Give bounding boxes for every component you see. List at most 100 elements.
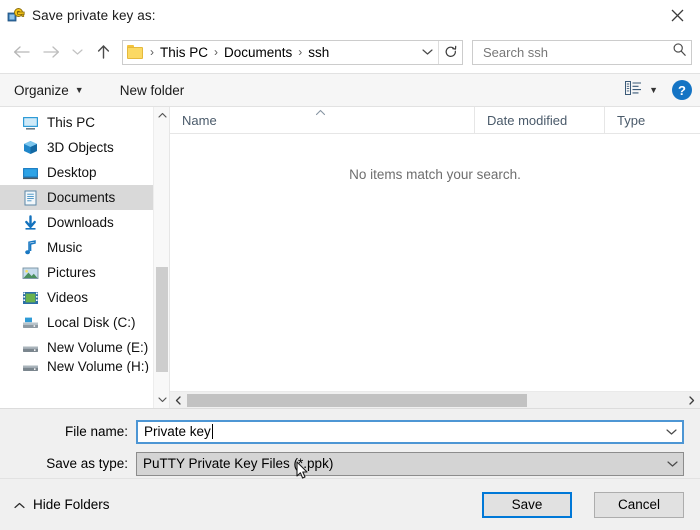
sort-ascending-icon bbox=[315, 108, 326, 119]
scrollbar-thumb[interactable] bbox=[156, 267, 168, 372]
help-button[interactable]: ? bbox=[672, 80, 692, 100]
breadcrumb-item-ssh[interactable]: ssh bbox=[306, 45, 331, 60]
close-icon[interactable] bbox=[654, 0, 700, 31]
navigation-bar: › This PC › Documents › ssh bbox=[0, 31, 700, 73]
cube-icon bbox=[22, 140, 39, 156]
download-arrow-icon bbox=[22, 214, 39, 231]
sidebar-item-local-disk-c[interactable]: Local Disk (C:) bbox=[0, 310, 169, 335]
sidebar-item-documents[interactable]: Documents bbox=[0, 185, 169, 210]
sidebar-item-label: Downloads bbox=[47, 215, 114, 230]
scrollbar-track[interactable] bbox=[187, 392, 683, 409]
file-name-value: Private key bbox=[144, 424, 211, 439]
sidebar-item-3d-objects[interactable]: 3D Objects bbox=[0, 135, 169, 160]
navigation-sidebar: This PC 3D Objects Desktop Documents Dow… bbox=[0, 107, 170, 408]
address-chevron-down-icon[interactable] bbox=[416, 41, 438, 64]
drive-icon bbox=[22, 340, 39, 356]
search-box[interactable] bbox=[472, 39, 692, 65]
scroll-left-icon[interactable] bbox=[170, 392, 187, 409]
scroll-down-icon[interactable] bbox=[154, 391, 169, 408]
organize-button[interactable]: Organize ▼ bbox=[14, 83, 94, 98]
sidebar-item-label: Music bbox=[47, 240, 83, 255]
sidebar-list: This PC 3D Objects Desktop Documents Dow… bbox=[0, 107, 169, 373]
search-icon[interactable] bbox=[672, 42, 687, 62]
breadcrumb-separator: › bbox=[298, 45, 303, 59]
sidebar-item-label: 3D Objects bbox=[47, 140, 114, 155]
scroll-up-icon[interactable] bbox=[154, 107, 169, 124]
save-button[interactable]: Save bbox=[482, 491, 572, 518]
column-header-label: Date modified bbox=[487, 112, 568, 128]
save-as-type-label: Save as type: bbox=[46, 456, 128, 471]
column-headers: Name Date modified Type bbox=[170, 107, 700, 134]
forward-button[interactable] bbox=[36, 37, 66, 67]
sidebar-item-desktop[interactable]: Desktop bbox=[0, 160, 169, 185]
hard-drive-icon bbox=[22, 315, 39, 331]
address-bar[interactable]: › This PC › Documents › ssh bbox=[122, 39, 463, 65]
sidebar-item-label: Documents bbox=[47, 190, 116, 205]
sidebar-vertical-scrollbar[interactable] bbox=[153, 107, 169, 408]
sidebar-item-label: New Volume (H:) bbox=[47, 360, 150, 373]
sidebar-item-this-pc[interactable]: This PC bbox=[0, 110, 169, 135]
file-name-field[interactable]: Private key bbox=[136, 419, 684, 444]
scrollbar-thumb[interactable] bbox=[187, 393, 527, 407]
sidebar-item-label: New Volume (E:) bbox=[47, 340, 149, 355]
view-options-button[interactable]: ▼ bbox=[625, 80, 672, 100]
file-name-row: File name: Private key bbox=[0, 417, 700, 446]
breadcrumb-separator: › bbox=[150, 45, 154, 59]
breadcrumb-separator: › bbox=[214, 45, 219, 59]
sidebar-item-new-volume-h[interactable]: New Volume (H:) bbox=[0, 360, 169, 373]
drive-icon bbox=[22, 360, 39, 373]
file-list-horizontal-scrollbar[interactable] bbox=[170, 391, 700, 408]
dialog-button-bar: Hide Folders Save Cancel bbox=[0, 478, 700, 530]
folder-icon bbox=[127, 45, 144, 59]
hide-folders-button[interactable]: Hide Folders bbox=[14, 497, 110, 512]
search-input[interactable] bbox=[481, 43, 672, 61]
save-file-dialog: Save private key as: › This PC › Documen… bbox=[0, 0, 700, 530]
sidebar-item-videos[interactable]: Videos bbox=[0, 285, 169, 310]
up-button[interactable] bbox=[88, 37, 118, 67]
breadcrumb-item-documents[interactable]: Documents bbox=[222, 45, 294, 60]
sidebar-item-new-volume-e[interactable]: New Volume (E:) bbox=[0, 335, 169, 360]
view-chevron-down-icon[interactable]: ▼ bbox=[649, 85, 658, 95]
file-list-pane: Name Date modified Type No items match y… bbox=[170, 107, 700, 408]
column-header-label: Name bbox=[182, 112, 217, 128]
column-header-date-modified[interactable]: Date modified bbox=[475, 107, 605, 133]
file-name-input[interactable]: Private key bbox=[138, 424, 660, 439]
organize-label: Organize bbox=[14, 82, 69, 98]
command-toolbar: Organize ▼ New folder ▼ ? bbox=[0, 73, 700, 107]
save-as-type-row: Save as type: PuTTY Private Key Files (*… bbox=[0, 449, 700, 478]
back-button[interactable] bbox=[6, 37, 36, 67]
music-note-icon bbox=[22, 239, 39, 256]
sidebar-item-downloads[interactable]: Downloads bbox=[0, 210, 169, 235]
sidebar-item-label: Local Disk (C:) bbox=[47, 315, 136, 330]
file-name-label: File name: bbox=[64, 424, 128, 439]
sidebar-item-label: Pictures bbox=[47, 265, 96, 280]
cancel-button[interactable]: Cancel bbox=[594, 491, 684, 518]
dialog-body: This PC 3D Objects Desktop Documents Dow… bbox=[0, 107, 700, 408]
desktop-icon bbox=[22, 165, 39, 181]
key-icon bbox=[7, 7, 25, 25]
hide-folders-label: Hide Folders bbox=[33, 497, 110, 512]
sidebar-item-label: Videos bbox=[47, 290, 89, 305]
save-as-type-chevron-down-icon[interactable] bbox=[661, 460, 683, 468]
breadcrumb-item-this-pc[interactable]: This PC bbox=[158, 45, 210, 60]
sidebar-item-label: Desktop bbox=[47, 165, 97, 180]
column-header-name[interactable]: Name bbox=[170, 107, 475, 133]
column-header-type[interactable]: Type bbox=[605, 107, 700, 133]
refresh-icon[interactable] bbox=[438, 40, 462, 64]
title-bar: Save private key as: bbox=[0, 0, 700, 31]
sidebar-item-label: This PC bbox=[47, 115, 96, 130]
save-form: File name: Private key Save as type: PuT… bbox=[0, 408, 700, 478]
save-as-type-select[interactable]: PuTTY Private Key Files (*.ppk) bbox=[136, 451, 684, 476]
picture-icon bbox=[22, 265, 39, 281]
monitor-icon bbox=[22, 115, 39, 131]
sidebar-item-pictures[interactable]: Pictures bbox=[0, 260, 169, 285]
save-as-type-value: PuTTY Private Key Files (*.ppk) bbox=[143, 456, 334, 471]
file-name-chevron-down-icon[interactable] bbox=[660, 428, 682, 436]
chevron-up-icon bbox=[14, 497, 25, 512]
sidebar-item-music[interactable]: Music bbox=[0, 235, 169, 260]
scroll-right-icon[interactable] bbox=[683, 392, 700, 409]
window-title: Save private key as: bbox=[32, 8, 156, 23]
recent-locations-chevron-down-icon[interactable] bbox=[66, 37, 88, 67]
view-list-icon[interactable] bbox=[625, 80, 642, 100]
new-folder-button[interactable]: New folder bbox=[94, 83, 195, 98]
